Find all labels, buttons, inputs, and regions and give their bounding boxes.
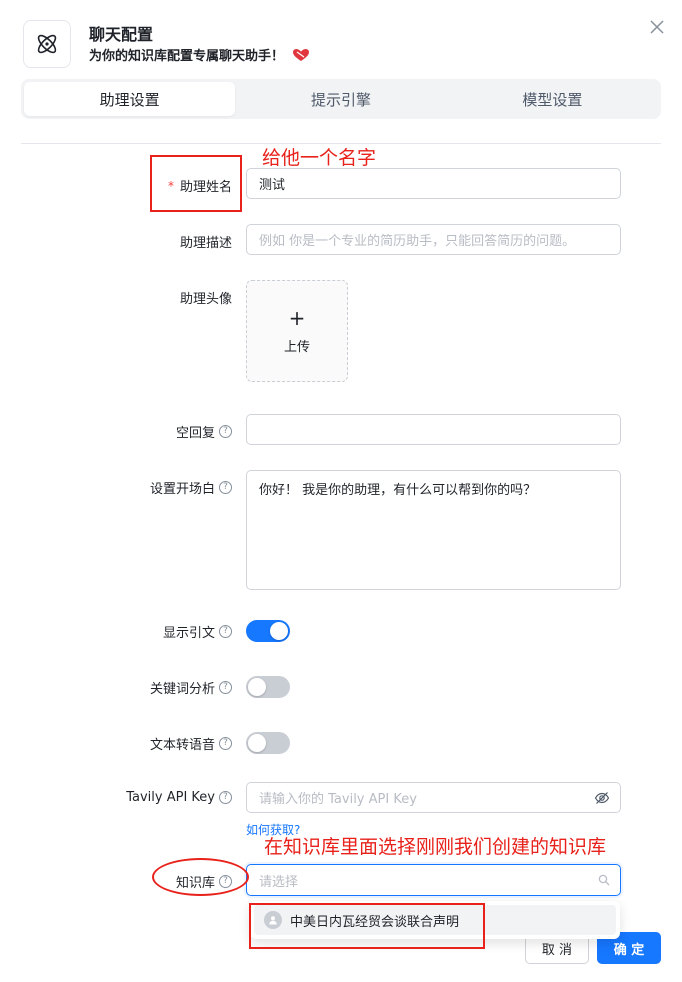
avatar-label: 助理头像 (180, 288, 232, 307)
keyword-analysis-label: 关键词分析 ? (150, 678, 232, 697)
knowledge-base-select[interactable]: 请选择 (246, 864, 621, 896)
annotation-ellipse-kb (152, 858, 249, 896)
switch-knob (248, 678, 266, 696)
plus-icon: + (288, 305, 306, 330)
close-button[interactable] (648, 18, 666, 36)
close-icon (650, 20, 664, 34)
upload-text: 上传 (283, 339, 310, 355)
tavily-label: Tavily API Key ? (126, 790, 232, 805)
search-icon (598, 874, 610, 886)
avatar-label-text: 助理头像 (179, 292, 232, 307)
tavily-placeholder: 请输入你的 Tavily API Key (259, 792, 417, 807)
tavily-input[interactable]: 请输入你的 Tavily API Key (246, 782, 621, 813)
eye-off-icon[interactable] (594, 790, 610, 806)
subtitle-text: 为你的知识库配置专属聊天助手！ (89, 49, 285, 64)
help-icon[interactable]: ? (219, 791, 232, 804)
atom-icon (37, 34, 57, 54)
show-quote-label: 显示引文 ? (163, 622, 232, 641)
show-quote-label-text: 显示引文 (162, 626, 215, 641)
help-icon[interactable]: ? (219, 681, 232, 694)
annotation-box-option (249, 903, 485, 949)
keyword-analysis-switch[interactable] (246, 676, 290, 698)
help-icon[interactable]: ? (219, 425, 232, 438)
switch-knob (248, 734, 266, 752)
knowledge-base-placeholder: 请选择 (259, 874, 299, 890)
keyword-analysis-label-text: 关键词分析 (149, 682, 215, 697)
help-icon[interactable]: ? (219, 737, 232, 750)
annotation-kb-hint: 在知识库里面选择刚刚我们创建的知识库 (264, 836, 607, 858)
empty-reply-input[interactable] (246, 414, 621, 445)
avatar-upload[interactable]: + 上传 (246, 280, 348, 382)
annotation-box-name (150, 155, 242, 212)
name-input[interactable]: 测试 (246, 168, 621, 199)
help-icon[interactable]: ? (219, 481, 232, 494)
tts-label-text: 文本转语音 (149, 738, 215, 753)
opener-label: 设置开场白 ? (150, 478, 232, 497)
tab-model-settings[interactable]: 模型设置 (447, 82, 658, 116)
description-input[interactable]: 例如 你是一个专业的简历助手，只能回答简历的问题。 (246, 224, 621, 255)
empty-reply-label-text: 空回复 (175, 426, 215, 441)
empty-reply-label: 空回复 ? (176, 422, 232, 441)
heart-icon (293, 48, 310, 61)
opener-textarea[interactable]: 你好！ 我是你的助理，有什么可以帮到你的吗？ (246, 470, 621, 590)
assistant-logo (23, 20, 71, 68)
tts-switch[interactable] (246, 732, 290, 754)
tts-label: 文本转语音 ? (150, 734, 232, 753)
dialog-subtitle: 为你的知识库配置专属聊天助手！ (89, 45, 310, 64)
tab-assistant-settings[interactable]: 助理设置 (24, 82, 236, 116)
opener-label-text: 设置开场白 (149, 482, 215, 497)
config-tabs: 助理设置 提示引擎 模型设置 (21, 79, 661, 119)
help-icon[interactable]: ? (219, 625, 232, 638)
tavily-label-text: Tavily API Key (126, 790, 215, 805)
description-label: 助理描述 (180, 232, 232, 251)
description-label-text: 助理描述 (179, 236, 232, 251)
show-quote-switch[interactable] (246, 620, 290, 642)
annotation-name-hint: 给他一个名字 (262, 147, 377, 169)
tab-prompt-engine[interactable]: 提示引擎 (235, 82, 446, 116)
switch-knob (270, 622, 288, 640)
dialog-title: 聊天配置 (89, 25, 154, 44)
